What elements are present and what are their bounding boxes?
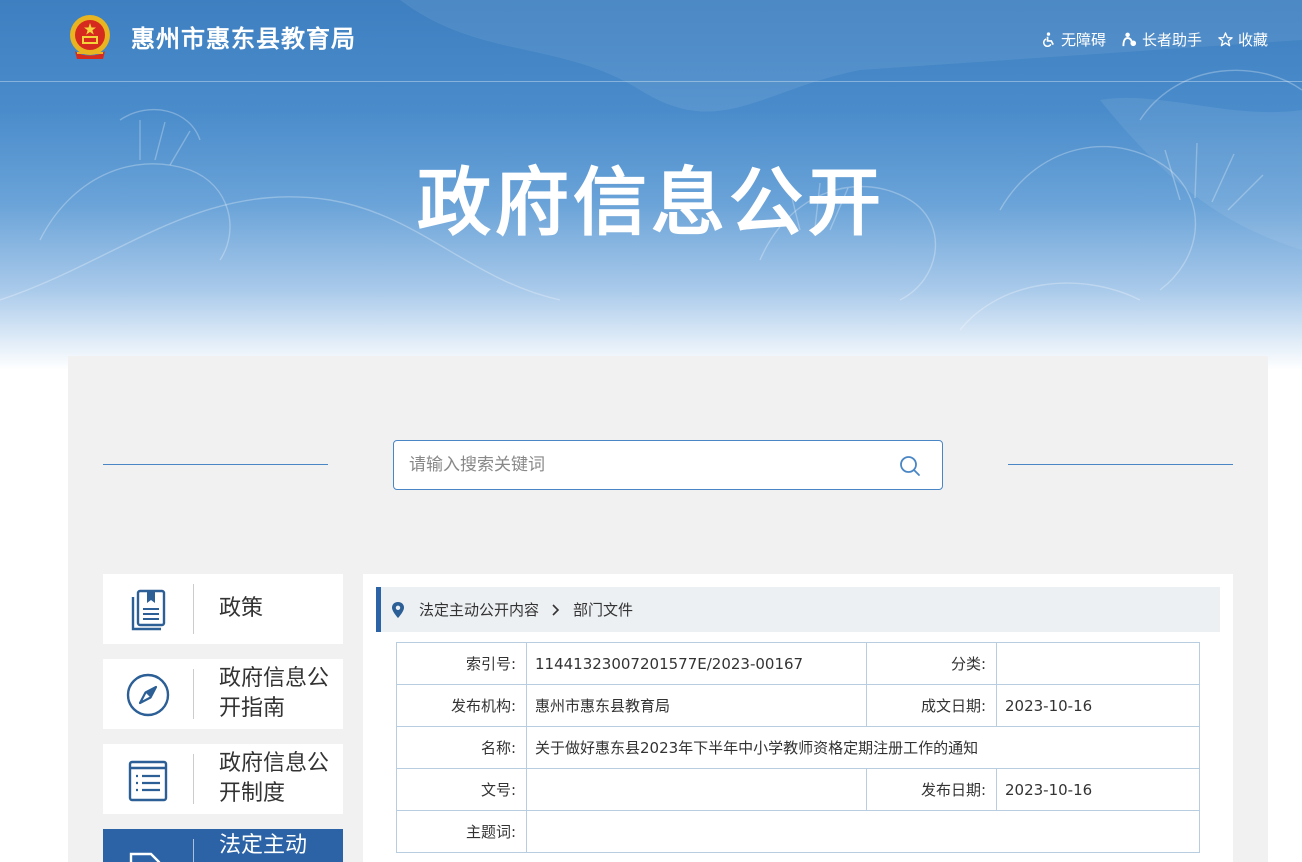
sidebar-item-label: 政府信息公开制度 [219,751,330,806]
breadcrumb-item[interactable]: 法定主动公开内容 [419,599,539,620]
favorite-link[interactable]: 收藏 [1218,29,1268,50]
sidebar-item-guide[interactable]: 政府信息公开指南 [103,659,343,729]
policy-book-icon [131,589,166,631]
breadcrumb: 法定主动公开内容 部门文件 [376,587,1220,632]
table-row: 名称: 关于做好惠东县2023年下半年中小学教师资格定期注册工作的通知 [396,726,1200,769]
chevron-right-icon [552,603,560,616]
sidebar-item-label: 法定主动 [219,833,308,858]
sidebar-separator [193,839,194,862]
site-name[interactable]: 惠州市惠东县教育局 [131,22,356,56]
header-banner: 惠州市惠东县教育局 无障碍 长者助手 收藏 政府信息公开 [0,0,1302,370]
sidebar-separator [193,584,194,634]
index-no-value: 11441323007201577E/2023-00167 [526,642,867,685]
table-row: 文号: 发布日期: 2023-10-16 [396,768,1200,811]
search-box [393,440,943,490]
created-date-label: 成文日期: [866,684,997,727]
sidebar-item-system[interactable]: 政府信息公开制度 [103,744,343,814]
created-date-value: 2023-10-16 [996,684,1200,727]
category-label: 分类: [866,642,997,685]
elder-assist-icon [1122,32,1137,46]
sidebar-separator [193,754,194,804]
document-icon [129,852,161,862]
sidebar-separator [193,669,194,719]
search-divider-right [1008,464,1233,465]
index-no-label: 索引号: [396,642,527,685]
content-area: 法定主动公开内容 部门文件 索引号: 11441323007201577E/20… [363,574,1233,862]
publisher-label: 发布机构: [396,684,527,727]
accessibility-icon [1042,31,1054,47]
table-row: 发布机构: 惠州市惠东县教育局 成文日期: 2023-10-16 [396,684,1200,727]
document-meta-table: 索引号: 11441323007201577E/2023-00167 分类: 发… [396,642,1200,853]
accessibility-link[interactable]: 无障碍 [1041,29,1106,50]
elder-assist-label: 长者助手 [1141,30,1202,49]
sidebar-item-label: 政府信息公开指南 [219,666,330,721]
search-input[interactable] [394,441,884,489]
keywords-label: 主题词: [396,810,527,853]
sidebar-item-label: 政策 [219,596,264,621]
table-row: 主题词: [396,810,1200,853]
banner-title: 政府信息公开 [417,160,885,246]
location-pin-icon [392,601,404,618]
keywords-value [526,810,1200,853]
doc-no-value [526,768,867,811]
main-panel: 政策 政府信息公开指南 政府信息公开制度 法定主动 [68,356,1268,862]
accessibility-label: 无障碍 [1060,30,1106,49]
name-value: 关于做好惠东县2023年下半年中小学教师资格定期注册工作的通知 [526,726,1200,769]
sidebar-item-statutory[interactable]: 法定主动 [103,829,343,862]
search-icon[interactable] [898,454,922,478]
star-icon [1218,31,1233,46]
published-date-value: 2023-10-16 [996,768,1200,811]
search-divider-left [103,464,328,465]
doc-no-label: 文号: [396,768,527,811]
category-value [996,642,1200,685]
published-date-label: 发布日期: [866,768,997,811]
national-emblem-icon [70,15,110,59]
publisher-value: 惠州市惠东县教育局 [526,684,867,727]
list-document-icon [128,760,168,802]
top-bar: 惠州市惠东县教育局 无障碍 长者助手 收藏 [0,0,1302,82]
top-links: 无障碍 长者助手 收藏 [1041,27,1268,51]
breadcrumb-item[interactable]: 部门文件 [573,599,633,620]
table-row: 索引号: 11441323007201577E/2023-00167 分类: [396,642,1200,685]
favorite-label: 收藏 [1237,30,1268,49]
name-label: 名称: [396,726,527,769]
sidebar-item-policy[interactable]: 政策 [103,574,343,644]
compass-icon [126,673,170,717]
elder-assist-link[interactable]: 长者助手 [1122,29,1202,50]
